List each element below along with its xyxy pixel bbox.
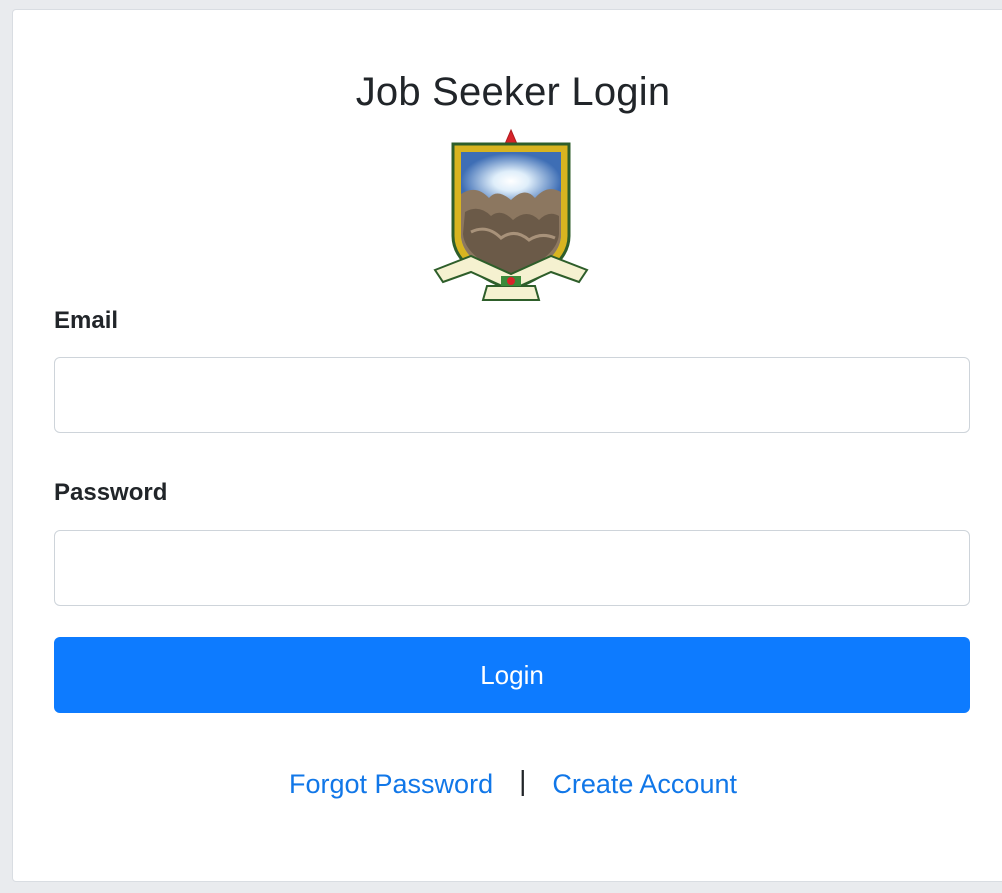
login-button[interactable]: Login bbox=[54, 637, 970, 713]
password-label: Password bbox=[54, 479, 168, 506]
forgot-password-link[interactable]: Forgot Password bbox=[289, 769, 493, 799]
create-account-link[interactable]: Create Account bbox=[552, 769, 737, 799]
email-label: Email bbox=[54, 307, 119, 334]
coat-of-arms-emblem-icon bbox=[433, 128, 589, 301]
link-separator: | bbox=[519, 765, 527, 796]
login-card: Job Seeker Login Email Password Login Fo… bbox=[12, 9, 1002, 882]
password-field[interactable] bbox=[54, 530, 970, 606]
email-field[interactable] bbox=[54, 357, 970, 433]
account-links: Forgot Password | Create Account bbox=[13, 764, 1002, 804]
page-title: Job Seeker Login bbox=[355, 70, 671, 114]
